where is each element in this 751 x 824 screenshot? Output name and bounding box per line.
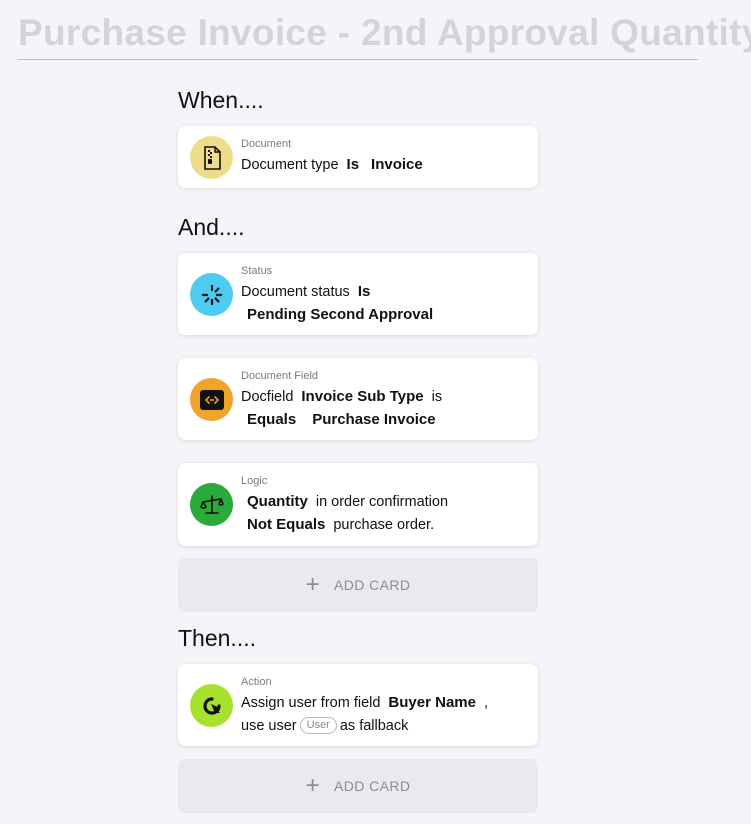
document-card[interactable]: Document Document type Is Invoice xyxy=(178,126,538,188)
title-divider xyxy=(18,59,698,60)
condition-text: purchase order. xyxy=(333,516,435,533)
condition-connector: is xyxy=(431,388,443,405)
condition-operator[interactable]: Not Equals xyxy=(247,516,325,533)
action-comma: , xyxy=(483,694,488,711)
then-heading: Then.... xyxy=(178,625,256,651)
and-heading: And.... xyxy=(178,214,245,240)
card-condition-line: Document status Is xyxy=(241,283,370,300)
condition-operator[interactable]: Equals xyxy=(247,411,296,428)
add-card-label: ADD CARD xyxy=(334,778,411,794)
condition-operator[interactable]: Is xyxy=(347,156,360,173)
condition-label: Docfield xyxy=(241,388,294,405)
condition-field[interactable]: Invoice Sub Type xyxy=(301,388,423,405)
assign-arrow-icon xyxy=(190,684,233,727)
when-heading: When.... xyxy=(178,87,264,113)
card-type-label: Status xyxy=(241,265,273,277)
spinner-icon xyxy=(190,273,233,316)
fallback-user-pill[interactable]: User xyxy=(299,717,337,734)
add-card-label: ADD CARD xyxy=(334,577,411,593)
card-condition-line: Quantity in order confirmation xyxy=(247,493,448,510)
card-action-line-2: use user User as fallback xyxy=(241,717,408,734)
condition-field: Document status xyxy=(241,283,350,300)
condition-field: Document type xyxy=(241,156,339,173)
card-type-label: Logic xyxy=(241,475,268,487)
scales-icon xyxy=(190,483,233,526)
condition-value[interactable]: Purchase Invoice xyxy=(312,411,435,428)
condition-text: in order confirmation xyxy=(315,493,449,510)
plus-icon: + xyxy=(305,772,321,799)
card-type-label: Document xyxy=(241,138,292,150)
document-field-card[interactable]: Document Field Docfield Invoice Sub Type… xyxy=(178,358,538,440)
card-condition-line-2: Not Equals purchase order. xyxy=(247,516,434,533)
code-tag-icon xyxy=(190,378,233,421)
action-card[interactable]: Action Assign user from field Buyer Name… xyxy=(178,664,538,746)
card-action-line: Assign user from field Buyer Name , xyxy=(241,694,488,711)
action-text: use user xyxy=(241,717,297,734)
document-icon xyxy=(190,136,233,179)
card-condition-line: Document type Is Invoice xyxy=(241,156,423,173)
card-type-label: Document Field xyxy=(241,370,319,382)
condition-value[interactable]: Invoice xyxy=(371,156,423,173)
status-card[interactable]: Status Document status Is Pending Second… xyxy=(178,253,538,335)
plus-icon: + xyxy=(305,571,321,598)
condition-value[interactable]: Pending Second Approval xyxy=(247,306,433,323)
add-card-button[interactable]: + ADD CARD xyxy=(178,759,538,813)
card-condition-line-2: Pending Second Approval xyxy=(247,306,433,323)
page-title: Purchase Invoice - 2nd Approval Quantity xyxy=(18,12,751,53)
logic-card[interactable]: Logic Quantity in order confirmation Not… xyxy=(178,463,538,546)
condition-field[interactable]: Quantity xyxy=(247,493,308,510)
card-condition-line-2: Equals Purchase Invoice xyxy=(247,411,436,428)
card-condition-line: Docfield Invoice Sub Type is xyxy=(241,388,442,405)
card-type-label: Action xyxy=(241,676,272,688)
condition-operator[interactable]: Is xyxy=(358,283,371,300)
action-text: as fallback xyxy=(339,717,409,734)
action-text: Assign user from field xyxy=(241,694,381,711)
add-card-button[interactable]: + ADD CARD xyxy=(178,558,538,612)
action-field[interactable]: Buyer Name xyxy=(388,694,476,711)
